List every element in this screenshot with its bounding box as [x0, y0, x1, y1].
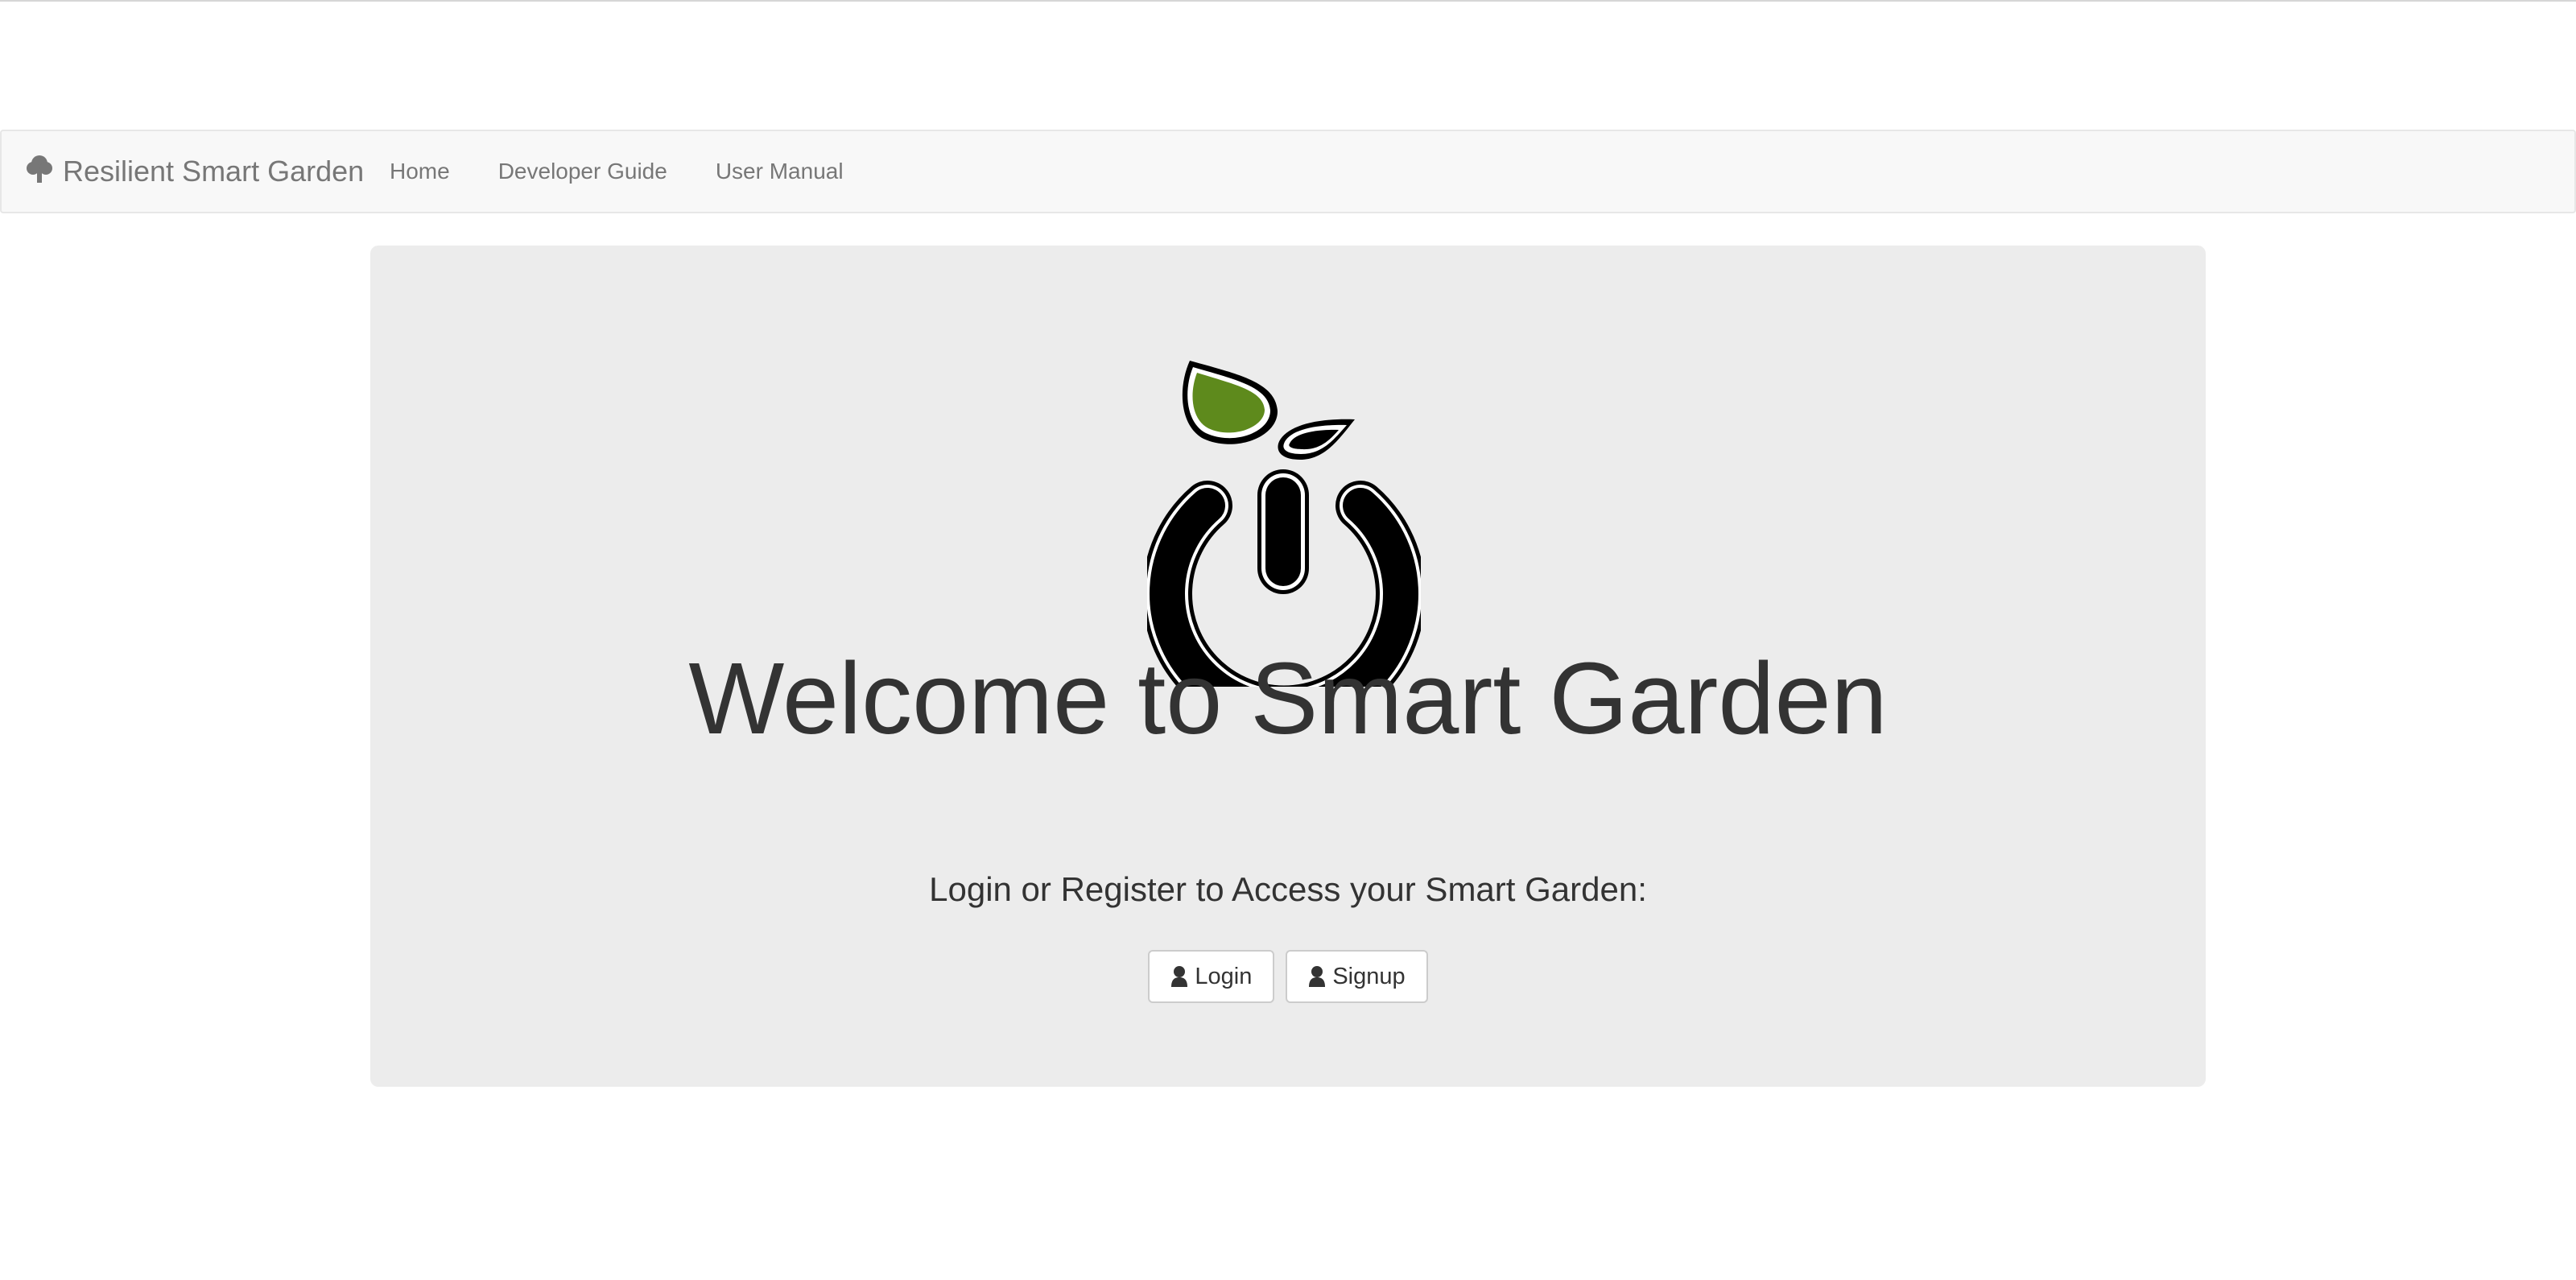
nav-home[interactable]: Home — [390, 159, 450, 184]
auth-buttons: Login Signup — [370, 950, 2206, 1003]
brand-label: Resilient Smart Garden — [63, 155, 365, 188]
navbar: Resilient Smart Garden Home Developer Gu… — [0, 130, 2576, 213]
top-divider — [0, 0, 2576, 2]
hero-panel: Welcome to Smart Garden Login or Registe… — [370, 246, 2206, 1087]
tree-icon — [26, 154, 53, 184]
nav-user-manual[interactable]: User Manual — [716, 159, 844, 184]
signup-label: Signup — [1332, 963, 1406, 989]
nav-links: Home Developer Guide User Manual — [390, 131, 892, 212]
access-prompt: Login or Register to Access your Smart G… — [929, 870, 1647, 908]
power-sprout-logo — [1142, 349, 1426, 736]
login-button[interactable]: Login — [1148, 950, 1275, 1003]
page-title: Welcome to Smart Garden — [688, 642, 1888, 755]
brand-link[interactable]: Resilient Smart Garden — [26, 131, 364, 212]
login-label: Login — [1195, 963, 1253, 989]
user-icon — [1308, 965, 1326, 988]
nav-developer-guide[interactable]: Developer Guide — [498, 159, 667, 184]
user-icon — [1170, 965, 1188, 988]
signup-button[interactable]: Signup — [1286, 950, 1428, 1003]
